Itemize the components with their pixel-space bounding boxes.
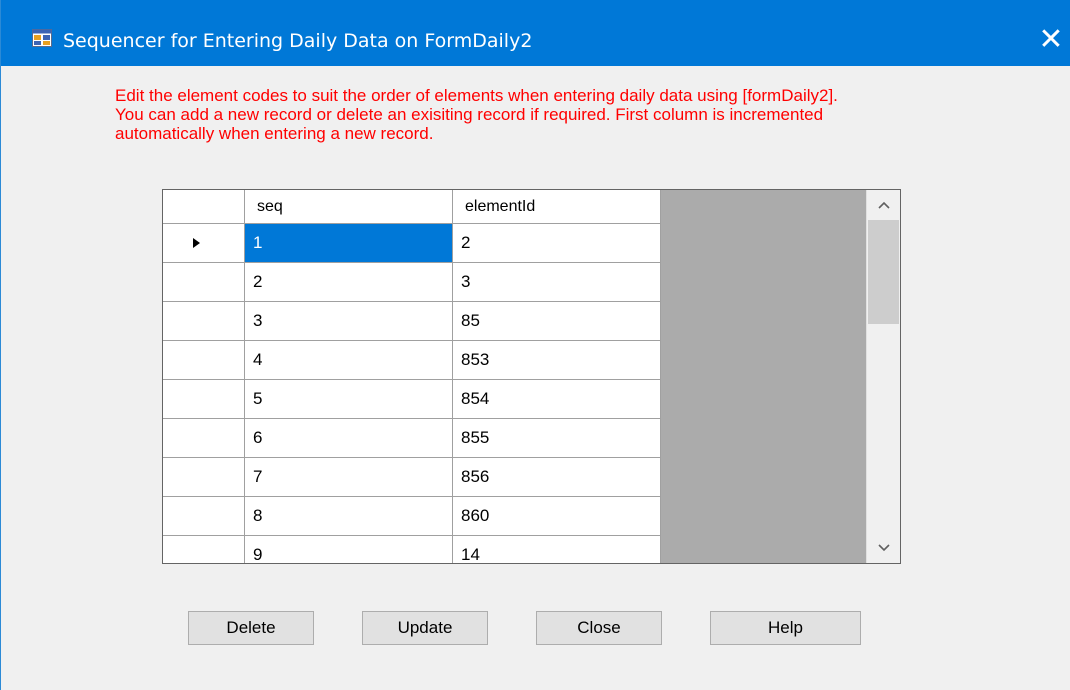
close-window-icon[interactable]: ✕ [1031,18,1070,62]
row-header[interactable] [163,224,245,263]
seq-cell[interactable]: 6 [245,419,453,458]
table-row[interactable]: 8 860 [163,497,661,536]
seq-cell[interactable]: 4 [245,341,453,380]
update-button[interactable]: Update [362,611,488,645]
row-header[interactable] [163,341,245,380]
instructions-line: automatically when entering a new record… [115,124,434,143]
table-row[interactable]: 1 2 [163,224,661,263]
grid-header-row: seq elementId [163,190,661,224]
elementid-cell[interactable]: 3 [453,263,661,302]
scroll-up-icon[interactable] [867,190,900,220]
elementid-cell[interactable]: 85 [453,302,661,341]
table-row[interactable]: 6 855 [163,419,661,458]
elementid-cell[interactable]: 855 [453,419,661,458]
elementid-cell[interactable]: 860 [453,497,661,536]
seq-cell[interactable]: 7 [245,458,453,497]
column-header-elementid[interactable]: elementId [453,190,661,224]
table-row[interactable]: 2 3 [163,263,661,302]
seq-cell[interactable]: 1 [245,224,453,263]
instructions-line: Edit the element codes to suit the order… [115,86,838,105]
scrollbar-thumb[interactable] [868,220,899,324]
elementid-cell[interactable]: 14 [453,536,661,563]
table-row[interactable]: 7 856 [163,458,661,497]
seq-cell[interactable]: 3 [245,302,453,341]
elementid-cell[interactable]: 2 [453,224,661,263]
title-bar[interactable]: Sequencer for Entering Daily Data on For… [1,0,1070,66]
sequence-data-grid[interactable]: seq elementId 1 2 2 3 3 85 4 853 5 854 6… [162,189,901,564]
row-header[interactable] [163,419,245,458]
row-header[interactable] [163,380,245,419]
form-app-icon [32,29,52,47]
close-button[interactable]: Close [536,611,662,645]
table-row[interactable]: 3 85 [163,302,661,341]
scroll-down-icon[interactable] [867,533,900,563]
seq-cell[interactable]: 8 [245,497,453,536]
seq-cell[interactable]: 5 [245,380,453,419]
current-row-pointer-icon [193,238,200,248]
elementid-cell[interactable]: 853 [453,341,661,380]
grid-corner-header[interactable] [163,190,245,224]
row-header[interactable] [163,536,245,563]
vertical-scrollbar[interactable] [866,190,900,563]
table-row[interactable]: 4 853 [163,341,661,380]
row-header[interactable] [163,263,245,302]
elementid-cell[interactable]: 856 [453,458,661,497]
elementid-cell[interactable]: 854 [453,380,661,419]
dialog-window: Sequencer for Entering Daily Data on For… [0,0,1070,690]
delete-button[interactable]: Delete [188,611,314,645]
instructions-line: You can add a new record or delete an ex… [115,105,824,124]
seq-cell[interactable]: 2 [245,263,453,302]
table-row[interactable]: 5 854 [163,380,661,419]
row-header[interactable] [163,302,245,341]
seq-cell[interactable]: 9 [245,536,453,563]
table-row[interactable]: 9 14 [163,536,661,563]
column-header-seq[interactable]: seq [245,190,453,224]
help-button[interactable]: Help [710,611,861,645]
row-header[interactable] [163,458,245,497]
window-title: Sequencer for Entering Daily Data on For… [63,30,533,52]
instructions-text: Edit the element codes to suit the order… [115,86,1060,143]
row-header[interactable] [163,497,245,536]
